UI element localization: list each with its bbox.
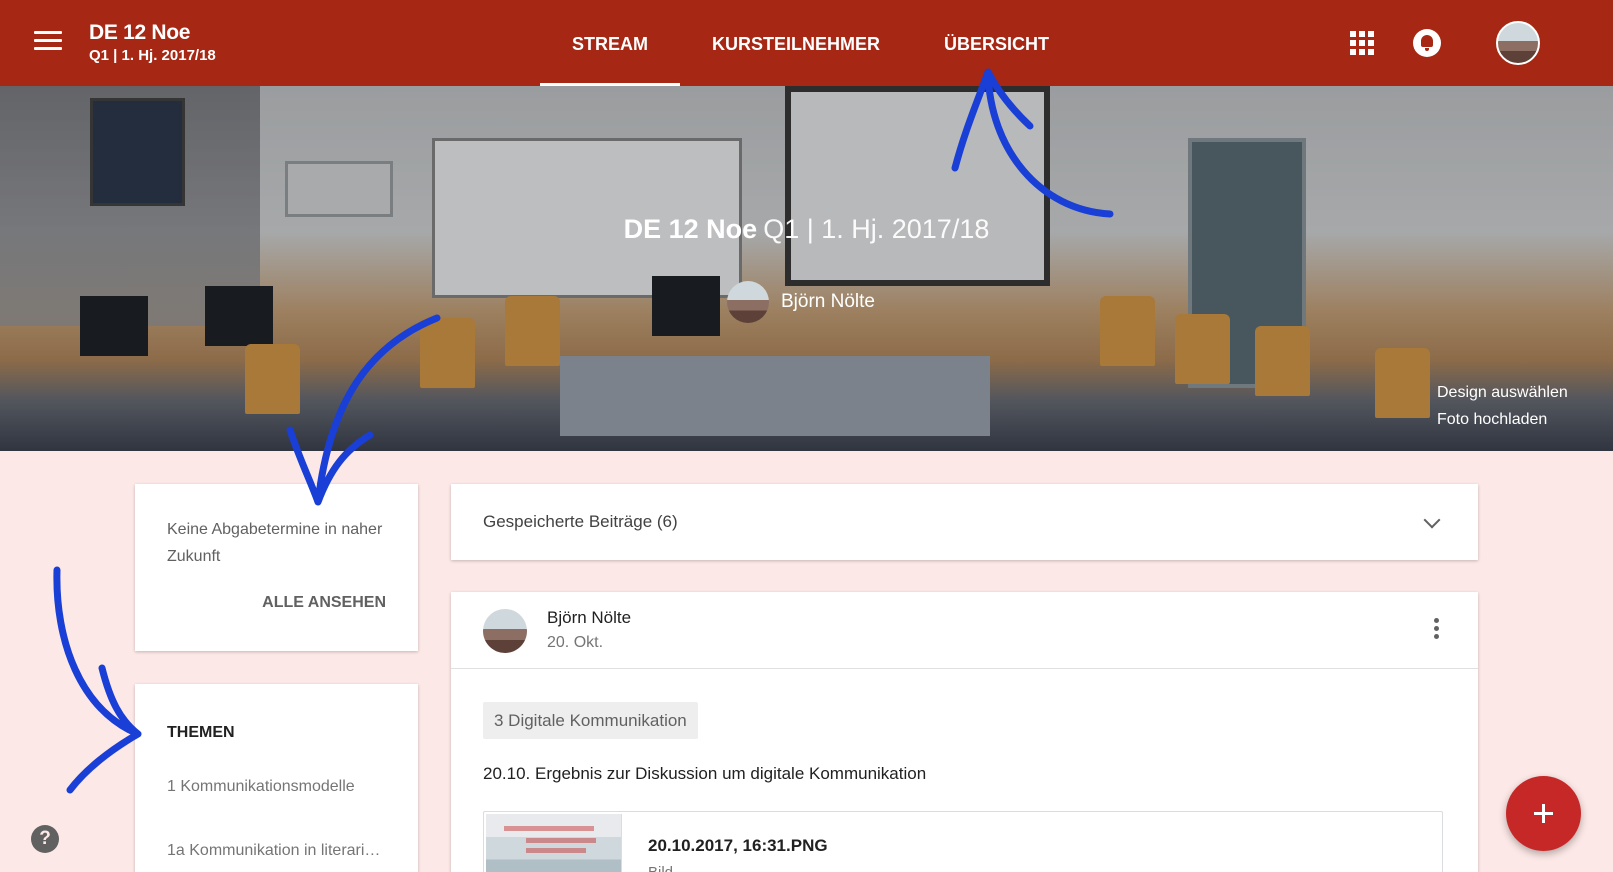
course-subtitle: Q1 | 1. Hj. 2017/18 (89, 47, 216, 64)
post-divider (451, 668, 1478, 669)
post-topic-chip[interactable]: 3 Digitale Kommunikation (483, 702, 698, 739)
annotation-arrow-topics (53, 566, 142, 794)
upload-photo-link[interactable]: Foto hochladen (1437, 406, 1568, 433)
tab-kursteilnehmer[interactable]: Kursteilnehmer (680, 0, 912, 86)
view-all-button[interactable]: Alle ansehen (262, 594, 386, 612)
banner-links: Design auswählen Foto hochladen (1437, 379, 1568, 433)
banner-title: DE 12 Noe Q1 | 1. Hj. 2017/18 (0, 214, 1613, 245)
upcoming-card: Keine Abgabetermine in naher Zukunft All… (135, 484, 418, 651)
upcoming-message: Keine Abgabetermine in naher Zukunft (167, 521, 383, 565)
post-author-avatar (483, 609, 527, 653)
post-date: 20. Okt. (547, 634, 604, 651)
select-theme-link[interactable]: Design auswählen (1437, 379, 1568, 406)
more-vert-icon[interactable] (1434, 618, 1440, 642)
topics-card: THEMEN 1 Kommunikationsmodelle 1a Kommun… (135, 684, 418, 872)
post-text: 20.10. Ergebnis zur Diskussion um digita… (483, 764, 927, 783)
top-app-bar: DE 12 Noe Q1 | 1. Hj. 2017/18 Stream Kur… (0, 0, 1613, 86)
saved-posts-label: Gespeicherte Beiträge (6) (483, 512, 678, 531)
help-icon[interactable]: ? (31, 825, 59, 853)
chevron-down-icon[interactable] (1423, 511, 1441, 529)
course-banner: DE 12 Noe Q1 | 1. Hj. 2017/18 Björn Nölte… (0, 86, 1613, 451)
nav-tabs: Stream Kursteilnehmer Übersicht (540, 0, 1081, 86)
topic-item[interactable]: 1 Kommunikationsmodelle (167, 778, 387, 796)
account-avatar[interactable] (1496, 21, 1540, 65)
banner-course-section: Q1 | 1. Hj. 2017/18 (763, 214, 990, 244)
add-fab-button[interactable] (1506, 776, 1581, 851)
teacher-name: Björn Nölte (781, 291, 875, 312)
banner-course-name: DE 12 Noe (623, 214, 758, 244)
attachment-type: Bild (648, 864, 673, 872)
attachment-name: 20.10.2017, 16:31.PNG (648, 836, 828, 855)
banner-teacher: Björn Nölte (727, 281, 875, 323)
apps-icon[interactable] (1350, 31, 1374, 55)
tab-stream[interactable]: Stream (540, 0, 680, 86)
topic-item[interactable]: 1a Kommunikation in literarischen Texten (167, 842, 387, 860)
topics-heading: THEMEN (167, 724, 235, 741)
attachment-thumbnail (486, 814, 622, 872)
notifications-icon[interactable] (1413, 29, 1441, 57)
menu-icon[interactable] (34, 31, 62, 55)
course-title[interactable]: DE 12 Noe (89, 21, 190, 45)
post-author: Björn Nölte (547, 608, 632, 627)
stream-post: Björn Nölte 20. Okt. 3 Digitale Kommunik… (451, 592, 1478, 872)
tab-uebersicht[interactable]: Übersicht (912, 0, 1081, 86)
attachment-card[interactable]: 20.10.2017, 16:31.PNG Bild (483, 811, 1443, 872)
teacher-avatar (727, 281, 769, 323)
banner-overlay (0, 86, 1613, 451)
saved-posts-bar[interactable]: Gespeicherte Beiträge (6) (451, 484, 1478, 560)
